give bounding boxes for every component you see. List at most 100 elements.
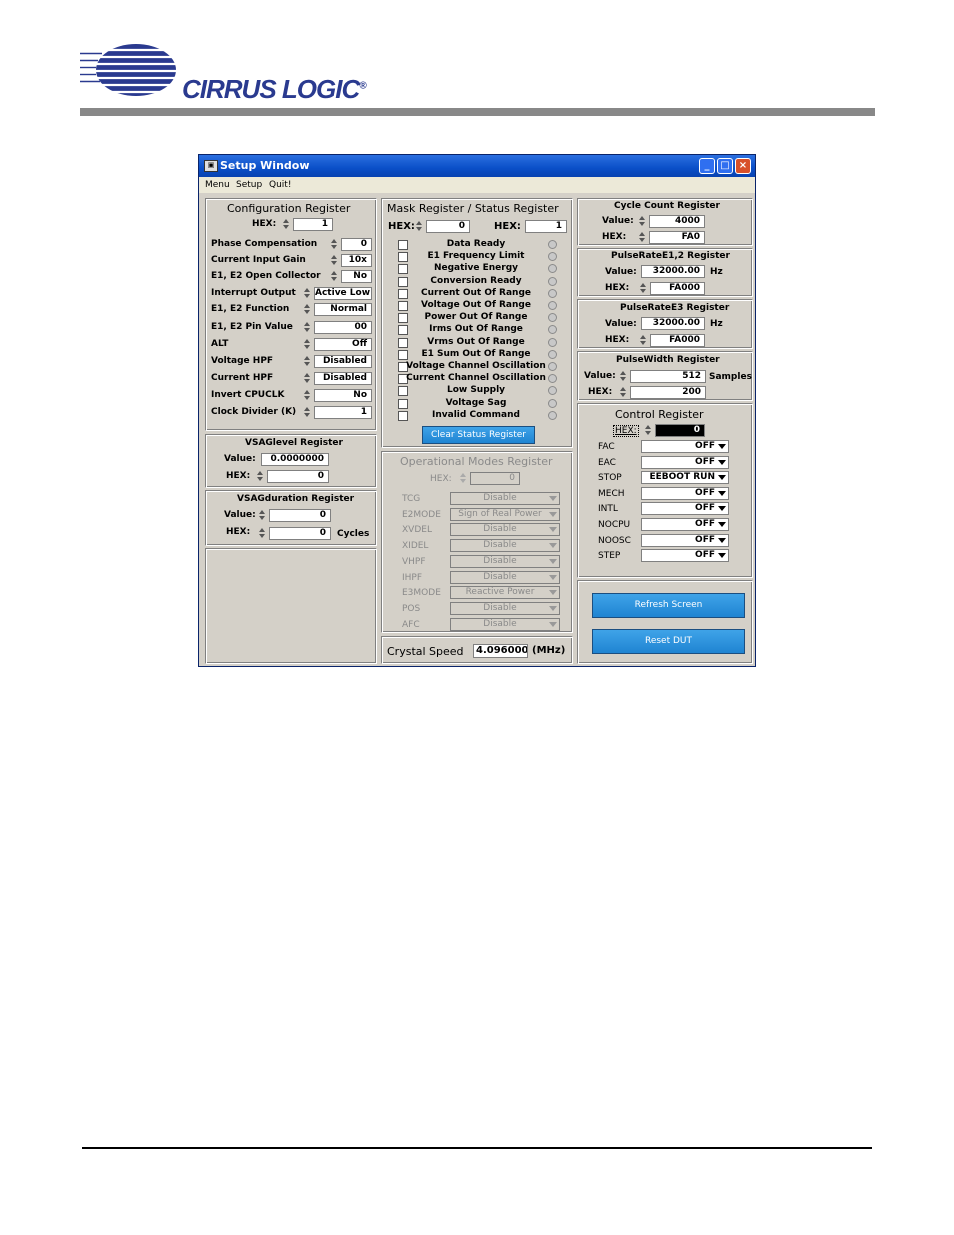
mask-hex-field[interactable]: 0 [426,220,470,233]
mask-item-label: Current Channel Oscillation [406,373,546,384]
hex-spinner[interactable] [257,470,264,483]
config-row-value[interactable]: Disabled [314,372,372,385]
pulsewidth-register-panel: PulseWidth Register Value: 512 Samples H… [577,351,753,401]
control-select[interactable]: OFF [641,502,729,516]
setup-window: ▣ Setup Window _ □ × Menu Setup Quit! Co… [198,154,756,667]
hex-spinner[interactable] [645,424,652,437]
mask-item-label: E1 Frequency Limit [427,251,525,262]
hex-spinner[interactable] [283,218,290,231]
pulse3-hex-field[interactable]: FA000 [650,334,705,347]
vsagduration-value-field[interactable]: 0 [269,509,331,522]
vsaglevel-hex-field[interactable]: 0 [267,470,329,483]
title-bar[interactable]: ▣ Setup Window _ □ × [199,155,755,177]
mask-item-label: Current Out Of Range [421,287,531,298]
config-row-value[interactable]: No [341,270,372,283]
value-spinner[interactable] [620,370,627,383]
control-label: EAC [598,457,616,468]
config-row-value[interactable]: Normal [314,303,372,316]
pulsewidth-hex-field[interactable]: 200 [630,386,706,399]
cycles-unit: Cycles [337,529,370,539]
control-select[interactable]: OFF [641,440,729,453]
control-label: STOP [598,473,622,484]
hex-spinner[interactable] [640,334,647,347]
config-row-value[interactable]: Disabled [314,355,372,368]
crystal-speed-field[interactable]: 4.096000 [473,644,528,658]
mask-hex-label: HEX: [388,221,415,232]
hex-spinner[interactable] [640,282,647,295]
chevron-down-icon [717,473,727,482]
config-row-value[interactable]: Active Low [314,287,372,300]
hex-spinner[interactable] [259,527,266,540]
config-row-spinner[interactable] [331,254,338,267]
samples-unit: Samples [709,372,752,382]
header-rule [80,108,875,116]
value-spinner[interactable] [639,215,646,228]
maximize-icon[interactable]: □ [717,158,733,174]
vsaglevel-value-field[interactable]: 0.0000000 [261,453,329,466]
config-row-spinner[interactable] [304,321,311,334]
panel-title: VSAGduration Register [237,494,355,504]
menu-item-setup[interactable]: Setup [236,180,262,190]
config-hex-field[interactable]: 1 [293,218,333,231]
menu-bar: Menu Setup Quit! [199,177,755,193]
config-row-value[interactable]: 1 [314,406,372,419]
config-row-spinner[interactable] [304,355,311,368]
close-icon[interactable]: × [735,158,751,174]
config-row-label: E1, E2 Function [211,304,290,314]
cycle-hex-field[interactable]: FA0 [649,231,705,244]
config-row-spinner[interactable] [304,389,311,402]
config-row-spinner[interactable] [331,270,338,283]
control-select[interactable]: OFF [641,486,729,500]
control-value: OFF [695,456,715,467]
menu-item-quit[interactable]: Quit! [269,180,291,190]
control-select[interactable]: EEBOOT RUN [641,471,729,485]
control-select[interactable]: OFF [641,533,729,547]
control-label: MECH [598,488,625,499]
config-row-spinner[interactable] [304,406,311,419]
config-row-value[interactable]: 00 [314,321,372,334]
value-label: Value: [602,216,634,226]
chevron-down-icon [548,573,558,582]
pulse3-value-field[interactable]: 32000.00 [641,317,705,330]
config-row-spinner[interactable] [304,338,311,351]
control-value: OFF [695,550,715,561]
config-row-value[interactable]: No [314,389,372,402]
vsagduration-hex-field[interactable]: 0 [269,527,331,540]
control-select[interactable]: OFF [641,549,729,563]
reset-dut-button[interactable]: Reset DUT [592,629,745,654]
control-select[interactable]: OFF [641,518,729,531]
config-row-spinner[interactable] [304,303,311,316]
opmode-label: TCG [402,494,421,504]
hex-spinner[interactable] [639,231,646,244]
clear-status-register-button[interactable]: Clear Status Register [422,426,535,444]
control-label: FAC [598,442,615,452]
hex-label: HEX: [602,232,627,242]
status-led-icon [548,362,557,371]
pulse12-value-field[interactable]: 32000.00 [641,265,705,278]
value-spinner[interactable] [259,509,266,522]
panel-title: PulseWidth Register [616,355,720,365]
config-row-value[interactable]: 10x [341,254,372,267]
control-select[interactable]: OFF [641,455,729,469]
status-led-icon [548,374,557,384]
pulse12-hex-field[interactable]: FA000 [650,282,705,295]
cycle-value-field[interactable]: 4000 [649,215,705,228]
status-led-icon [548,337,557,347]
hex-spinner[interactable] [620,386,627,399]
minimize-icon[interactable]: _ [699,158,715,174]
mask-hex-spinner[interactable] [416,220,423,233]
config-row-spinner[interactable] [331,238,338,251]
config-row-value[interactable]: Off [314,338,372,351]
pulsewidth-value-field[interactable]: 512 [630,370,706,383]
refresh-screen-button[interactable]: Refresh Screen [592,593,745,618]
menu-item-menu[interactable]: Menu [205,180,230,190]
config-row-label: E1, E2 Pin Value [211,322,293,332]
config-row-value[interactable]: 0 [341,238,372,251]
control-hex-field[interactable]: 0 [655,424,705,437]
opmode-value: Disable [483,524,517,535]
config-row-spinner[interactable] [304,287,311,300]
config-row-spinner[interactable] [304,372,311,385]
value-label: Value: [605,319,637,329]
config-row-label: Invert CPUCLK [211,390,285,400]
opmode-value: Disable [483,618,517,629]
